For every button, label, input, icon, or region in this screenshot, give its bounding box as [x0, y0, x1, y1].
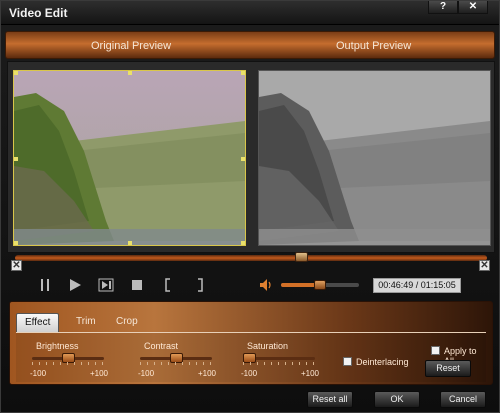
crop-handle-tl[interactable]	[14, 71, 18, 75]
crop-handle-ml[interactable]	[14, 157, 18, 161]
deinterlacing-label: Deinterlacing	[356, 357, 409, 367]
seek-bar[interactable]	[15, 252, 487, 262]
original-preview-label: Original Preview	[91, 40, 172, 52]
preview-header: Original Preview Output Preview	[5, 31, 495, 59]
reset-button[interactable]: Reset	[425, 360, 471, 377]
tab-bar: Effect Trim Crop	[10, 302, 492, 332]
volume-icon[interactable]	[258, 277, 274, 293]
edit-panel: Effect Trim Crop Brightness -100 +100 Co…	[9, 301, 493, 385]
brightness-min: -100	[30, 369, 47, 378]
crop-handle-tc[interactable]	[128, 71, 132, 75]
crop-handle-bl[interactable]	[14, 241, 18, 245]
output-preview-label: Output Preview	[336, 40, 412, 52]
volume-slider[interactable]	[281, 280, 359, 290]
tab-effect[interactable]: Effect	[16, 313, 60, 332]
crop-handle-bc[interactable]	[128, 241, 132, 245]
mark-in-icon[interactable]	[161, 277, 177, 293]
crop-handle-mr[interactable]	[241, 157, 245, 161]
pause-icon[interactable]	[37, 277, 53, 293]
brightness-slider[interactable]	[32, 353, 104, 363]
window-title: Video Edit	[9, 6, 68, 20]
title-bar: Video Edit ? ✕	[1, 1, 499, 25]
contrast-slider[interactable]	[140, 353, 212, 363]
reset-all-button[interactable]: Reset all	[307, 391, 353, 408]
crop-handle-br[interactable]	[241, 241, 245, 245]
saturation-ticks	[243, 362, 315, 365]
tab-crop[interactable]: Crop	[108, 313, 146, 332]
saturation-max: +100	[300, 369, 319, 378]
cancel-button[interactable]: Cancel	[440, 391, 486, 408]
contrast-max: +100	[197, 369, 216, 378]
original-preview-frame[interactable]	[13, 70, 246, 246]
contrast-control: Contrast -100 +100	[138, 339, 216, 379]
effect-tab-content: Brightness -100 +100 Contrast -100 +100 …	[16, 332, 486, 382]
stop-icon[interactable]	[129, 277, 145, 293]
brightness-label: Brightness	[36, 341, 79, 351]
help-button[interactable]: ?	[428, 1, 458, 14]
seek-thumb[interactable]	[294, 252, 308, 262]
crop-handle-tr[interactable]	[241, 71, 245, 75]
close-button[interactable]: ✕	[458, 1, 488, 14]
deinterlacing-checkbox[interactable]	[343, 357, 352, 366]
video-edit-window: Video Edit ? ✕ Original Preview Output P…	[0, 0, 500, 413]
contrast-ticks	[140, 362, 212, 365]
contrast-min: -100	[138, 369, 155, 378]
trim-end-marker[interactable]: ✕	[479, 260, 490, 271]
time-display: 00:46:49 / 01:15:05	[373, 278, 461, 293]
saturation-min: -100	[241, 369, 258, 378]
tab-trim[interactable]: Trim	[68, 313, 104, 332]
saturation-control: Saturation -100 +100	[241, 339, 319, 379]
next-frame-icon[interactable]	[98, 277, 114, 293]
trim-start-marker[interactable]: ✕	[11, 260, 22, 271]
brightness-ticks	[32, 362, 104, 365]
apply-to-all-checkbox[interactable]	[431, 346, 440, 355]
contrast-label: Contrast	[144, 341, 179, 351]
saturation-label: Saturation	[247, 341, 289, 351]
brightness-control: Brightness -100 +100	[30, 339, 108, 379]
output-preview-frame	[258, 70, 491, 246]
preview-area	[7, 61, 495, 253]
ok-button[interactable]: OK	[374, 391, 420, 408]
brightness-max: +100	[89, 369, 108, 378]
play-icon[interactable]	[67, 277, 83, 293]
original-preview-image	[14, 71, 245, 245]
output-preview-image	[259, 71, 490, 245]
saturation-slider[interactable]	[243, 353, 315, 363]
mark-out-icon[interactable]	[191, 277, 207, 293]
volume-thumb[interactable]	[314, 280, 326, 290]
